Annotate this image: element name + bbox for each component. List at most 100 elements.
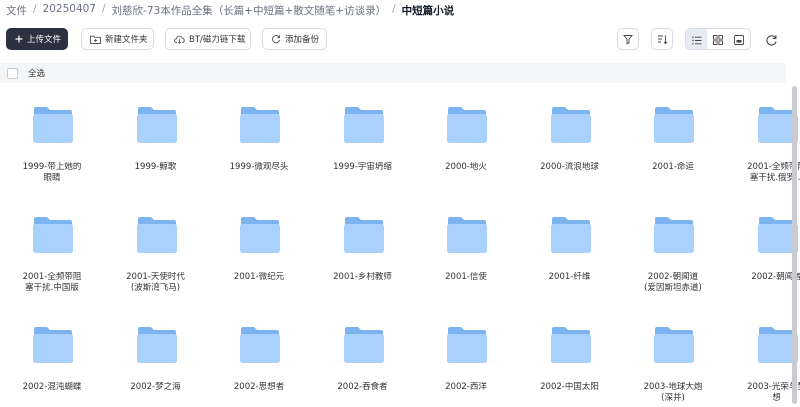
folder-name-line: 眼睛 [43,173,61,183]
select-all-label: 全选 [28,69,46,79]
folder-icon [550,326,592,364]
folder-icon [446,106,488,144]
folder-name: 2001-信使 [414,272,518,283]
folder-icon [239,326,281,364]
folder-name-line: 1999-微观尽头 [229,162,289,172]
breadcrumb-collection-folder[interactable]: 刘慈欣-73本作品全集（长篇+中短篇+散文随笔+访谈录） [112,3,387,19]
folder-icon [32,216,74,254]
sync-icon [271,34,281,44]
cloud-download-icon [174,35,185,44]
breadcrumb-current: 中短篇小说 [401,5,455,17]
folder-icon [136,216,178,254]
grid-view-button[interactable] [707,29,728,49]
folder-name: 2001-全频带阻 塞干扰.中国版 [0,272,104,294]
folder-name-line: 2002-梦之海 [130,382,181,392]
folder-name-line: 2001-微纪元 [233,272,285,282]
folder-name: 2002-吞食者 [311,382,415,393]
folder-name-line: 2002-吞食者 [337,382,388,392]
folder-name-line: 2001-全频带阻 [22,272,82,282]
folder-name: 1999-鲸歌 [104,162,208,173]
folder-icon [653,326,695,364]
bt-magnet-download-button[interactable]: BT/磁力链下载 [165,28,251,50]
folder-icon [136,106,178,144]
toolbar: 上传文件 新建文件夹 BT/磁力链下载 添加备份 [0,28,800,52]
folder-icon [653,106,695,144]
breadcrumb-date-folder[interactable]: 20250407 [43,3,96,19]
filter-button[interactable] [617,28,639,50]
folder-icon [550,106,592,144]
filter-icon [622,30,634,49]
folder-name: 2001-全频带阻 塞干扰.俄罗... [725,162,800,184]
image-icon [734,30,745,49]
folder-name-line: (深井) [661,393,685,403]
sort-icon [657,30,668,49]
breadcrumb-separator: / [392,3,396,15]
new-folder-button[interactable]: 新建文件夹 [81,28,154,50]
breadcrumb-files[interactable]: 文件 [6,3,27,19]
folder-icon [446,216,488,254]
upload-label: 上传文件 [27,35,62,45]
folder-name-line: 2001-纤维 [548,272,591,282]
folder-name: 2000-地火 [414,162,518,173]
folder-name-line: 1999-宇宙坍缩 [333,162,392,172]
folder-name-line: (波斯湾飞马) [130,283,181,293]
folder-name-line: 2001-命运 [652,162,694,172]
folder-name-line: 2003-光荣与梦 [747,382,800,392]
breadcrumb: 文件 / 20250407 / 刘慈欣-73本作品全集（长篇+中短篇+散文随笔+… [6,3,454,19]
list-view-button[interactable] [686,29,708,49]
folder-icon [32,326,74,364]
folder-icon [343,326,385,364]
folder-name-line: 2002-朝闻道 [647,272,699,282]
folder-name: 2001-天使时代 (波斯湾飞马) [104,272,208,294]
select-all-row: 全选 [0,63,786,83]
folder-name-line: 想 [772,393,781,403]
folder-name-line: 2002-混沌蝴蝶 [22,382,82,392]
upload-button[interactable]: 上传文件 [6,28,68,50]
add-backup-button[interactable]: 添加备份 [262,28,327,50]
folder-icon [239,106,281,144]
folder-name-line: 2003-地球大炮 [643,382,703,392]
folder-name: 2001-乡村教师 [311,272,415,283]
folder-name: 2002-中国太阳 [518,382,622,393]
backup-label: 添加备份 [285,35,320,45]
folder-name-line: 2002-西洋 [445,382,487,392]
folder-icon [239,216,281,254]
folder-name-line: 2001-全频带阻 [747,162,800,172]
breadcrumb-separator: / [33,3,37,15]
refresh-button[interactable] [765,32,778,51]
new-folder-label: 新建文件夹 [105,35,148,45]
folder-name: 1999-宇宙坍缩 [311,162,415,173]
view-mode-switcher [685,28,751,50]
folder-name: 2002-思想者 [207,382,311,393]
sort-button[interactable] [651,28,673,50]
folder-name-line: 塞干扰.中国版 [25,283,79,293]
folder-icon [343,216,385,254]
folder-icon [550,216,592,254]
folder-name: 2000-流浪地球 [518,162,622,173]
folder-name: 2001-命运 [621,162,725,173]
select-all-checkbox[interactable] [7,67,18,79]
folder-name: 2003-光荣与梦想 [725,382,800,404]
folder-name-line: 2002-中国太阳 [540,382,599,392]
folder-name-line: 2000-地火 [445,162,487,172]
folder-name-line: 2001-信使 [445,272,487,282]
folder-name: 1999-微观尽头 [207,162,311,173]
plus-icon [15,35,23,43]
folder-icon [653,216,695,254]
folder-name: 2001-纤维 [518,272,622,283]
folder-name-line: 塞干扰.俄罗... [749,173,800,183]
folder-icon [343,106,385,144]
thumbnail-view-button[interactable] [729,29,750,49]
vertical-scrollbar[interactable] [792,86,797,404]
list-icon [691,30,702,49]
refresh-icon [765,32,778,51]
folder-name-line: 2001-乡村教师 [333,272,392,282]
folder-name-line: 2002-思想者 [233,382,285,392]
folder-name: 2003-地球大炮 (深井) [621,382,725,404]
folder-name-line: 1999-带上她的 [22,162,82,172]
folder-name: 2002-朝闻者 [725,272,800,283]
folder-name: 2002-西洋 [414,382,518,393]
folder-name: 1999-带上她的 眼睛 [0,162,104,184]
folder-plus-icon [90,35,101,44]
folder-name-line: 2001-天使时代 [126,272,185,282]
